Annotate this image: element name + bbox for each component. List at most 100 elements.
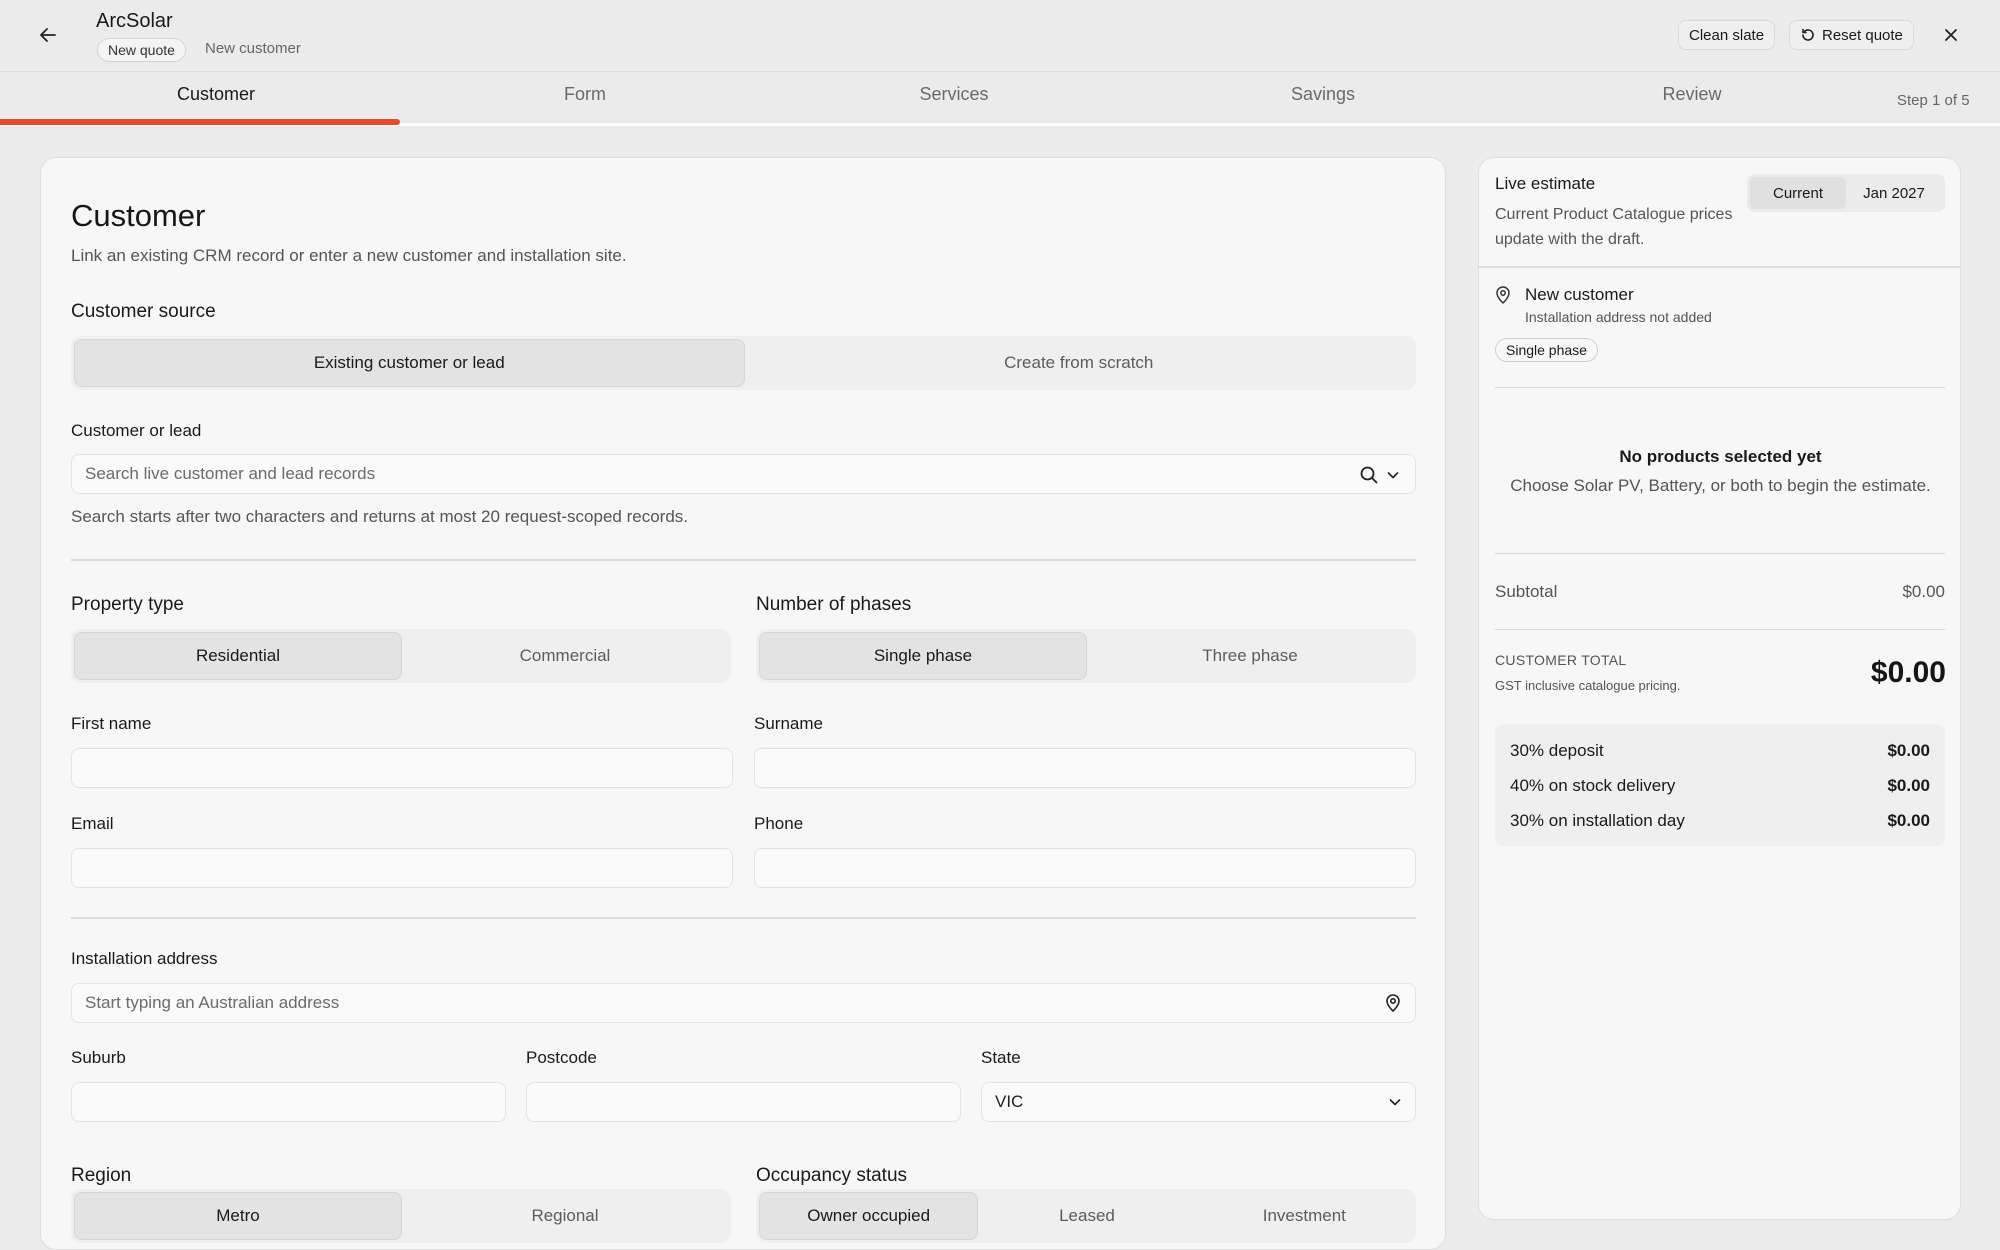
occupancy-segmented: Owner occupied Leased Investment <box>756 1189 1416 1243</box>
option-metro[interactable]: Metro <box>74 1192 402 1240</box>
postcode-field[interactable] <box>526 1082 961 1122</box>
subtotal-value: $0.00 <box>1902 582 1945 601</box>
option-single-phase[interactable]: Single phase <box>759 632 1087 680</box>
chevron-down-icon <box>1389 1099 1401 1106</box>
clean-slate-button[interactable]: Clean slate <box>1678 20 1776 50</box>
reset-quote-label: Reset quote <box>1822 26 1903 44</box>
payment-amount: $0.00 <box>1887 741 1930 760</box>
state-select[interactable]: VIC <box>981 1082 1416 1122</box>
empty-state-description: Choose Solar PV, Battery, or both to beg… <box>1510 476 1931 495</box>
tab-customer[interactable]: Customer <box>31 72 401 122</box>
estimate-customer-name: New customer <box>1525 285 1634 304</box>
region-label: Region <box>71 1165 132 1186</box>
option-commercial[interactable]: Commercial <box>402 632 728 680</box>
reset-icon <box>1802 28 1814 41</box>
phases-segmented: Single phase Three phase <box>756 629 1416 683</box>
quote-status-badge: New quote <box>97 38 186 62</box>
customer-total-label: CUSTOMER TOTAL <box>1495 652 1627 668</box>
postcode-label: Postcode <box>526 1048 597 1067</box>
tab-savings[interactable]: Savings <box>1138 72 1508 122</box>
back-button[interactable] <box>30 20 66 50</box>
suburb-field[interactable] <box>71 1082 506 1122</box>
panel-divider <box>1479 266 1960 268</box>
reset-quote-button[interactable]: Reset quote <box>1789 20 1914 50</box>
header-subtitle: New customer <box>205 40 301 57</box>
step-indicator: Step 1 of 5 <box>1897 92 1970 109</box>
section-divider <box>71 559 1416 561</box>
option-leased[interactable]: Leased <box>978 1192 1195 1240</box>
clean-slate-label: Clean slate <box>1689 26 1765 44</box>
installation-address-label: Installation address <box>71 949 218 968</box>
installation-address-input[interactable]: Start typing an Australian address <box>71 983 1416 1023</box>
customer-source-label: Customer source <box>71 301 216 322</box>
payment-label: 30% on installation day <box>1510 811 1685 830</box>
suburb-label: Suburb <box>71 1048 126 1067</box>
payment-row: 30% deposit $0.00 <box>1510 741 1930 761</box>
option-investment[interactable]: Investment <box>1196 1192 1413 1240</box>
address-pin <box>1383 993 1403 1013</box>
search-controls <box>1359 465 1401 485</box>
option-owner-occupied[interactable]: Owner occupied <box>759 1192 979 1240</box>
customer-total-value: $0.00 <box>1870 656 1946 689</box>
phone-field[interactable] <box>754 848 1416 888</box>
panel-divider <box>1495 553 1945 554</box>
arrow-left-icon <box>40 28 56 42</box>
option-residential[interactable]: Residential <box>74 632 402 680</box>
phone-label: Phone <box>754 814 804 833</box>
payment-amount: $0.00 <box>1887 811 1930 830</box>
customer-form-card: Customer Link an existing CRM record or … <box>40 157 1446 1250</box>
section-divider <box>71 917 1416 919</box>
customer-or-lead-label: Customer or lead <box>71 421 202 440</box>
occupancy-label: Occupancy status <box>756 1165 908 1186</box>
live-estimate-title: Live estimate <box>1495 174 1596 193</box>
phases-label: Number of phases <box>756 594 912 615</box>
option-three-phase[interactable]: Three phase <box>1087 632 1413 680</box>
email-field[interactable] <box>71 848 733 888</box>
toggle-current[interactable]: Current <box>1750 177 1846 209</box>
estimate-address-status: Installation address not added <box>1525 309 1712 325</box>
address-placeholder: Start typing an Australian address <box>85 993 340 1012</box>
payment-label: 40% on stock delivery <box>1510 776 1676 795</box>
panel-divider <box>1495 387 1945 388</box>
first-name-field[interactable] <box>71 748 733 788</box>
option-create-from-scratch[interactable]: Create from scratch <box>745 339 1414 387</box>
customer-search-placeholder: Search live customer and lead records <box>85 464 376 483</box>
option-regional[interactable]: Regional <box>402 1192 728 1240</box>
toggle-jan-2027[interactable]: Jan 2027 <box>1846 177 1942 209</box>
first-name-label: First name <box>71 714 152 733</box>
payment-label: 30% deposit <box>1510 741 1604 760</box>
close-button[interactable] <box>1935 20 1967 50</box>
wizard-tabs: Customer Form Services Savings Review <box>0 71 2000 126</box>
app-title: ArcSolar <box>96 10 173 32</box>
customer-search-input[interactable]: Search live customer and lead records <box>71 454 1416 494</box>
payment-row: 40% on stock delivery $0.00 <box>1510 776 1930 796</box>
live-estimate-panel: Live estimate Current Product Catalogue … <box>1478 157 1961 1220</box>
chevron-down-icon[interactable] <box>1385 467 1401 483</box>
page-title: Customer <box>71 198 206 233</box>
search-hint: Search starts after two characters and r… <box>71 507 689 526</box>
option-existing-customer[interactable]: Existing customer or lead <box>74 339 745 387</box>
search-icon <box>1360 466 1378 484</box>
region-segmented: Metro Regional <box>71 1189 731 1243</box>
payment-schedule: 30% deposit $0.00 40% on stock delivery … <box>1495 724 1945 846</box>
tab-services[interactable]: Services <box>769 72 1139 122</box>
panel-divider <box>1495 629 1945 630</box>
page-description: Link an existing CRM record or enter a n… <box>71 246 627 265</box>
subtotal-row: Subtotal $0.00 <box>1495 582 1945 602</box>
payment-row: 30% on installation day $0.00 <box>1510 811 1930 831</box>
state-select-value: VIC <box>995 1092 1024 1111</box>
tab-review[interactable]: Review <box>1507 72 1877 122</box>
map-pin-icon <box>1386 994 1400 1013</box>
customer-source-segmented: Existing customer or lead Create from sc… <box>71 336 1416 390</box>
surname-label: Surname <box>754 714 823 733</box>
customer-total-note: GST inclusive catalogue pricing. <box>1495 678 1681 693</box>
state-label: State <box>981 1048 1021 1067</box>
subtotal-label: Subtotal <box>1495 582 1558 601</box>
empty-state-title: No products selected yet <box>1619 447 1822 466</box>
active-tab-indicator <box>0 119 400 125</box>
tab-form[interactable]: Form <box>400 72 770 122</box>
surname-field[interactable] <box>754 748 1416 788</box>
property-type-segmented: Residential Commercial <box>71 629 731 683</box>
close-icon <box>1945 29 1957 41</box>
email-label: Email <box>71 814 114 833</box>
